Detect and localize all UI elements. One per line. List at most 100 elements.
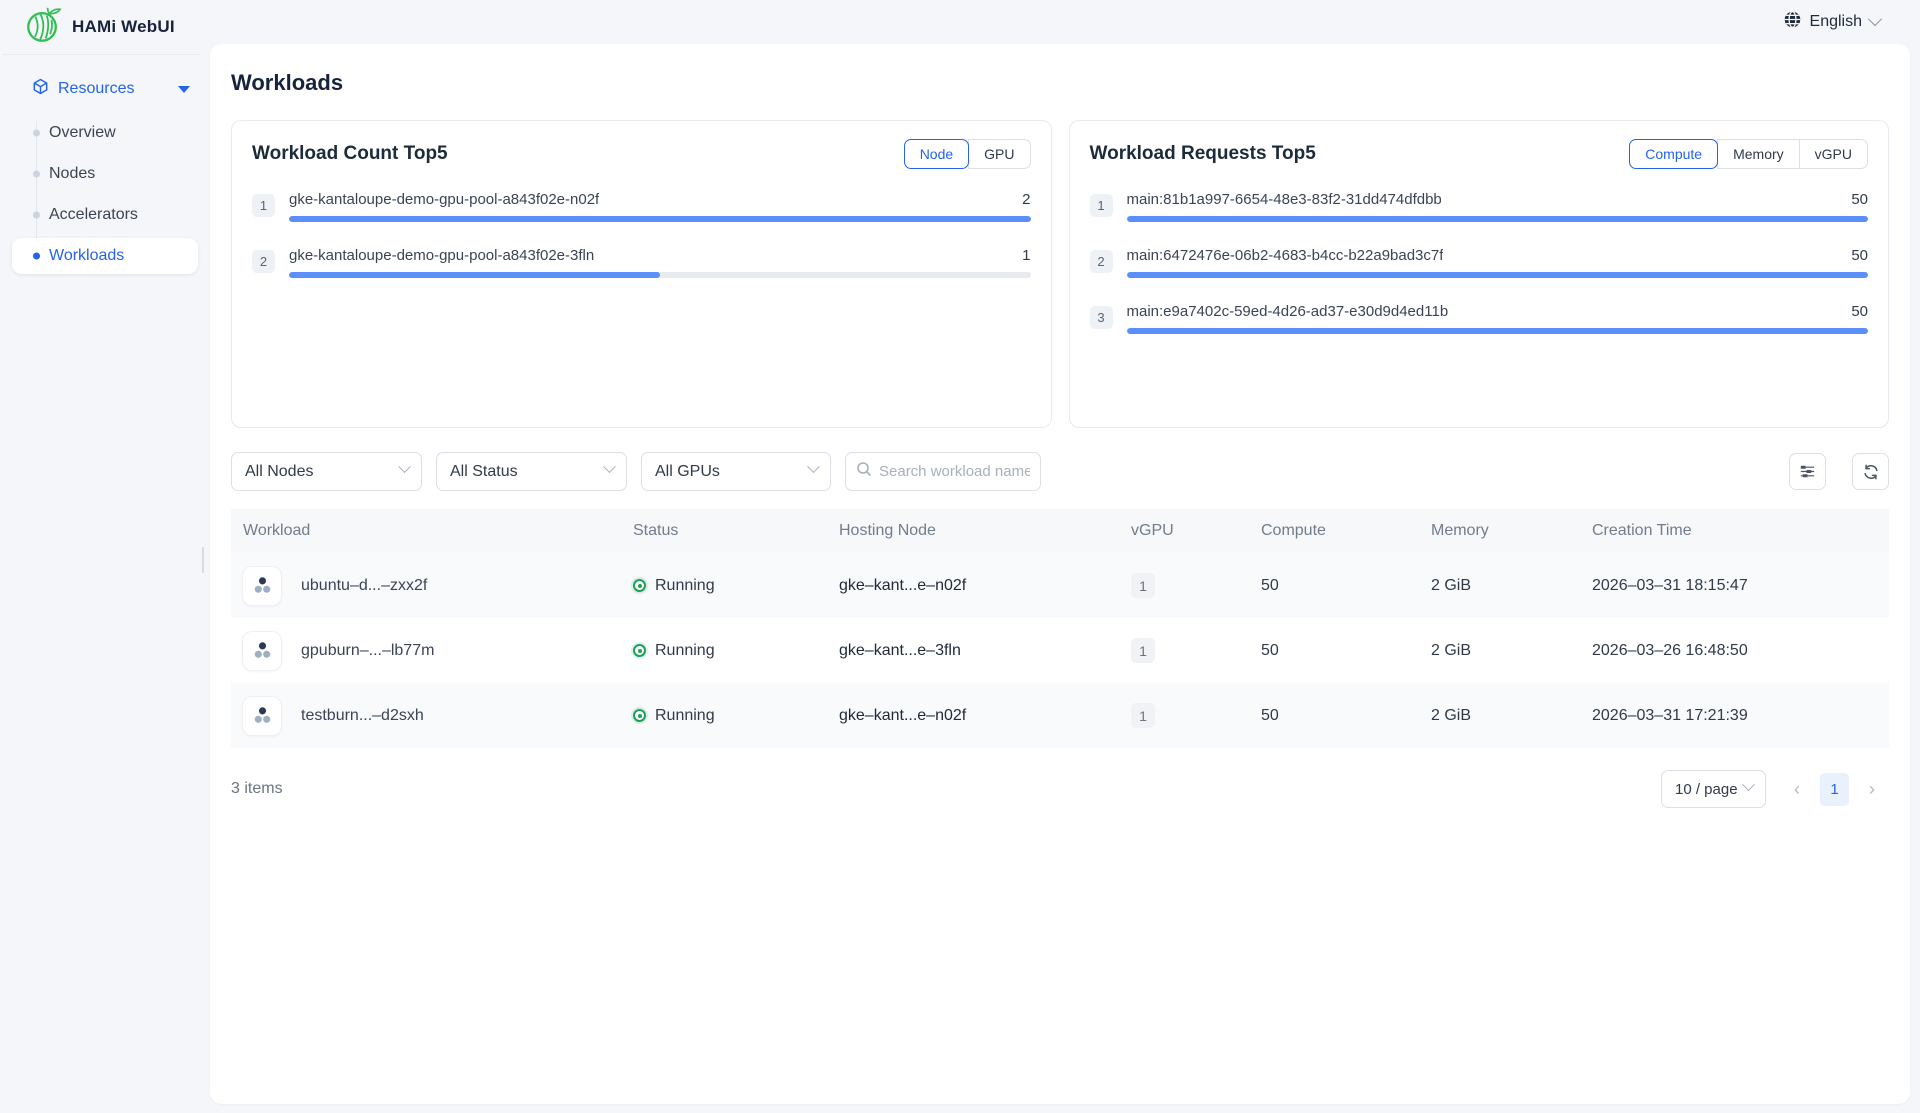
rank-badge: 3 bbox=[1090, 306, 1113, 329]
rank-value: 50 bbox=[1851, 247, 1868, 264]
rank-row: 2 gke-kantaloupe-demo-gpu-pool-a843f02e-… bbox=[252, 247, 1031, 278]
page-size-select[interactable]: 10 / page bbox=[1661, 770, 1766, 808]
workload-name[interactable]: gpuburn–...–lb77m bbox=[301, 642, 434, 660]
chevron-down-icon bbox=[398, 460, 411, 473]
workload-name[interactable]: ubuntu–d...–zxx2f bbox=[301, 577, 427, 595]
card-title: Workload Requests Top5 bbox=[1090, 143, 1316, 165]
rank-name: gke-kantaloupe-demo-gpu-pool-a843f02e-n0… bbox=[289, 191, 599, 208]
status-filter-select[interactable]: All Status bbox=[436, 452, 627, 491]
rank-row: 1 main:81b1a997-6654-48e3-83f2-31dd474df… bbox=[1090, 191, 1869, 222]
sidebar-item-label: Nodes bbox=[49, 165, 95, 183]
workload-count-card: Workload Count Top5 Node GPU bbox=[231, 120, 1052, 428]
toggle-button[interactable]: vGPU bbox=[1799, 139, 1868, 169]
prev-page-button[interactable]: ‹ bbox=[1780, 770, 1814, 808]
rank-badge: 1 bbox=[1090, 194, 1113, 217]
rank-badge: 1 bbox=[252, 194, 275, 217]
items-total: 3 items bbox=[231, 780, 283, 798]
column-settings-button[interactable] bbox=[1789, 453, 1826, 490]
bar-track bbox=[289, 272, 1031, 278]
table-header-row: Workload Status Hosting Node vGPU Comput… bbox=[231, 509, 1889, 553]
chevron-down-icon bbox=[603, 460, 616, 473]
rank-name: main:6472476e-06b2-4683-b4cc-b22a9bad3c7… bbox=[1127, 247, 1444, 264]
table-row[interactable]: testburn...–d2sxh Running gke–kant...e–n… bbox=[231, 683, 1889, 748]
count-rank-list: 1 gke-kantaloupe-demo-gpu-pool-a843f02e-… bbox=[252, 191, 1031, 278]
hami-logo-icon bbox=[24, 6, 62, 49]
bar-track bbox=[1127, 216, 1869, 222]
status-label: Running bbox=[655, 707, 715, 725]
pods-icon bbox=[252, 705, 273, 726]
brand: HAMi WebUI bbox=[2, 0, 200, 55]
bar-fill bbox=[1127, 272, 1869, 278]
workload-avatar bbox=[243, 567, 281, 605]
table-body: ubuntu–d...–zxx2f Running gke–kant...e–n… bbox=[231, 553, 1889, 748]
tree-dot-icon bbox=[33, 253, 40, 260]
pods-icon bbox=[252, 640, 273, 661]
rank-value: 1 bbox=[1022, 247, 1030, 264]
workloads-table: Workload Status Hosting Node vGPU Comput… bbox=[231, 509, 1889, 748]
gpu-filter-select[interactable]: All GPUs bbox=[641, 452, 831, 491]
table-row[interactable]: ubuntu–d...–zxx2f Running gke–kant...e–n… bbox=[231, 553, 1889, 618]
table-row[interactable]: gpuburn–...–lb77m Running gke–kant...e–3… bbox=[231, 618, 1889, 683]
vgpu-badge: 1 bbox=[1131, 573, 1155, 598]
cube-icon bbox=[32, 78, 49, 100]
refresh-icon bbox=[1862, 463, 1880, 481]
workload-name[interactable]: testburn...–d2sxh bbox=[301, 707, 424, 725]
sidebar-item-label: Workloads bbox=[49, 247, 124, 265]
status-filter-value: All Status bbox=[450, 463, 518, 481]
sidebar-item[interactable]: Nodes bbox=[12, 156, 198, 192]
page-title: Workloads bbox=[231, 70, 1889, 96]
top5-cards: Workload Count Top5 Node GPU bbox=[231, 120, 1889, 428]
bar-fill bbox=[289, 272, 660, 278]
sidebar-item-label: Accelerators bbox=[49, 206, 138, 224]
sidebar-item[interactable]: Accelerators bbox=[12, 197, 198, 233]
table-header-cell: Workload bbox=[231, 522, 621, 540]
pods-icon bbox=[252, 575, 273, 596]
hosting-node: gke–kant...e–n02f bbox=[827, 707, 1119, 725]
workload-requests-card: Workload Requests Top5 Compute Memory vG… bbox=[1069, 120, 1890, 428]
chevron-down-icon bbox=[1742, 778, 1755, 791]
table-header-cell: Compute bbox=[1249, 522, 1419, 540]
requests-rank-list: 1 main:81b1a997-6654-48e3-83f2-31dd474df… bbox=[1090, 191, 1869, 334]
language-label: English bbox=[1810, 13, 1862, 31]
page-number-button[interactable]: 1 bbox=[1820, 773, 1849, 806]
chevron-down-icon bbox=[1868, 12, 1882, 26]
bar-fill bbox=[1127, 328, 1869, 334]
table-footer: 3 items 10 / page ‹ 1 › bbox=[231, 770, 1889, 808]
table-header-cell: vGPU bbox=[1119, 522, 1249, 540]
globe-icon bbox=[1783, 10, 1802, 34]
count-view-toggle: Node GPU bbox=[905, 139, 1031, 169]
node-filter-select[interactable]: All Nodes bbox=[231, 452, 422, 491]
vgpu-badge: 1 bbox=[1131, 703, 1155, 728]
bar-track bbox=[1127, 328, 1869, 334]
toggle-button[interactable]: Memory bbox=[1717, 139, 1800, 169]
sidebar-section-label: Resources bbox=[58, 80, 170, 98]
search-input[interactable] bbox=[879, 463, 1030, 480]
table-header-cell: Memory bbox=[1419, 522, 1580, 540]
rank-name: main:e9a7402c-59ed-4d26-ad37-e30d9d4ed11… bbox=[1127, 303, 1449, 320]
rank-row: 3 main:e9a7402c-59ed-4d26-ad37-e30d9d4ed… bbox=[1090, 303, 1869, 334]
language-selector[interactable]: English bbox=[1783, 10, 1880, 34]
vgpu-badge: 1 bbox=[1131, 638, 1155, 663]
rank-value: 50 bbox=[1851, 303, 1868, 320]
filter-bar: All Nodes All Status All GPUs bbox=[231, 452, 1889, 491]
sidebar-resize-handle[interactable] bbox=[202, 547, 204, 573]
rank-badge: 2 bbox=[1090, 250, 1113, 273]
compute-value: 50 bbox=[1249, 642, 1419, 660]
workload-search[interactable] bbox=[845, 452, 1041, 491]
memory-value: 2 GiB bbox=[1419, 707, 1580, 725]
sidebar-section-resources[interactable]: Resources bbox=[0, 69, 210, 109]
rank-name: gke-kantaloupe-demo-gpu-pool-a843f02e-3f… bbox=[289, 247, 594, 264]
sidebar-item[interactable]: Workloads bbox=[12, 238, 198, 274]
app-title: HAMi WebUI bbox=[72, 17, 175, 37]
sidebar-item[interactable]: Overview bbox=[12, 115, 198, 151]
toggle-button[interactable]: Node bbox=[904, 139, 969, 169]
refresh-button[interactable] bbox=[1852, 453, 1889, 490]
toggle-button[interactable]: GPU bbox=[968, 139, 1030, 169]
main-column: English Workloads Workload Count Top5 No… bbox=[210, 0, 1920, 1113]
next-page-button[interactable]: › bbox=[1855, 770, 1889, 808]
app-root: HAMi WebUI Resources Overview bbox=[0, 0, 1920, 1113]
toggle-button[interactable]: Compute bbox=[1629, 139, 1718, 169]
rank-name: main:81b1a997-6654-48e3-83f2-31dd474dfdb… bbox=[1127, 191, 1442, 208]
rank-row: 1 gke-kantaloupe-demo-gpu-pool-a843f02e-… bbox=[252, 191, 1031, 222]
status-running-icon bbox=[633, 709, 646, 722]
